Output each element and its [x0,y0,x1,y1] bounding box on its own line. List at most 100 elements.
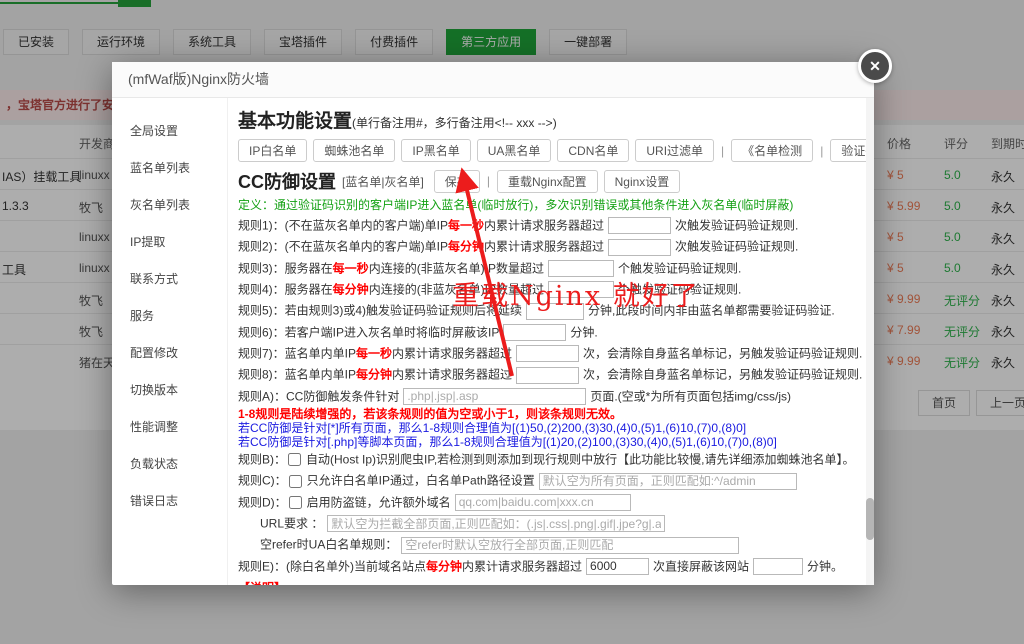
rule-text: 规则E)：(除白名单外)当前域名站点 [238,559,426,573]
rule-text-emphasis: 每分钟 [333,282,369,296]
rule-input[interactable] [327,515,665,532]
sidebar-item-负载状态[interactable]: 负载状态 [112,445,227,482]
rule-text: 个触发验证码验证规则. [618,261,741,275]
note-blue-1: 若CC防御是针对[*]所有页面，那么1-8规则合理值为[(1)50,(2)200… [238,422,858,435]
rule-text: 规则6)：若客户端IP进入灰名单时将临时屏蔽该IP [238,325,499,339]
action-button[interactable]: 保存 [434,170,480,193]
rule-text: 空refer时UA白名单规则： [260,538,397,552]
action-button[interactable]: UA黑名单 [477,139,552,162]
cc-buttons: 保存|重载Nginx配置Nginx设置 [434,170,681,193]
rule-input[interactable] [548,260,614,277]
cc-heading: CC防御设置 [238,168,336,194]
rule-row: 规则B)： 自动(Host Ip)识别爬虫IP,若检测到则添加到现行规则中放行【此… [238,450,858,469]
modal-sidebar: 全局设置蓝名单列表灰名单列表IP提取联系方式服务配置修改切换版本性能调整负载状态… [112,98,228,585]
action-button[interactable]: IP黑名单 [401,139,470,162]
sidebar-item-性能调整[interactable]: 性能调整 [112,408,227,445]
rule-row: URL要求 ： [238,514,858,533]
rule-text: 内连接的(非蓝灰名单)IP数量超过 [369,282,544,296]
sidebar-item-切换版本[interactable]: 切换版本 [112,371,227,408]
rule-row: 规则1)：(不在蓝灰名单内的客户端)单IP每一秒内累计请求服务器超过次触发验证码… [238,216,858,235]
rule-input[interactable] [455,494,631,511]
rule-row: 规则4)：服务器在每分钟内连接的(非蓝灰名单)IP数量超过个触发验证码验证规则. [238,280,858,299]
sidebar-item-配置修改[interactable]: 配置修改 [112,334,227,371]
rule-text-emphasis: 每分钟 [426,559,462,573]
rule-row: 规则A)：CC防御触发条件针对 页面.(空或*为所有页面包括img/css/js) [238,387,858,406]
rule-row: 规则3)：服务器在每一秒内连接的(非蓝灰名单)IP数量超过个触发验证码验证规则. [238,259,858,278]
rule-row: 规则D)： 启用防盗链，允许额外域名 [238,493,858,512]
rule-input[interactable] [401,537,739,554]
rule-text: 规则D)： [238,495,287,509]
rule-row: 规则6)：若客户端IP进入灰名单时将临时屏蔽该IP分钟. [238,323,858,342]
sidebar-item-蓝名单列表[interactable]: 蓝名单列表 [112,149,227,186]
rule-row: 规则7)：蓝名单内单IP每一秒内累计请求服务器超过次，会清除自身蓝名单标记，另触… [238,344,858,363]
rule-text: 规则C)： [238,474,287,488]
sidebar-item-IP提取[interactable]: IP提取 [112,223,227,260]
rule-row: 规则5)：若由规则3)或4)触发验证码验证规则后将延续 分钟,此段时间内非由蓝名单… [238,301,858,320]
rule-input[interactable] [753,558,803,575]
rule-text: 页面.(空或*为所有页面包括img/css/js) [590,389,791,403]
rule-row: 规则E)：(除白名单外)当前域名站点每分钟内累计请求服务器超过次直接屏蔽该网站分… [238,557,858,576]
cc-heading-bracket: [蓝名单|灰名单] [342,173,424,190]
note-red: 1-8规则是陆续增强的，若该条规则的值为空或小于1，则该条规则无效。 [238,408,858,421]
rule-input[interactable] [526,303,584,320]
rule-text: 规则A)：CC防御触发条件针对 [238,389,399,403]
rule-checkbox[interactable] [288,453,301,466]
rule-text: 启用防盗链，允许额外域名 [307,495,451,509]
rule-checkbox[interactable] [289,475,302,488]
rule-text-emphasis: 每一秒 [356,346,392,360]
rule-input[interactable] [608,217,671,234]
separator: | [720,144,725,158]
rule-input[interactable] [608,239,671,256]
action-button[interactable]: Nginx设置 [604,170,681,193]
dialog-title: (mfWaf版)Nginx防火墙 [112,62,874,98]
sidebar-item-服务[interactable]: 服务 [112,297,227,334]
rule-row: 空refer时UA白名单规则： [238,535,858,554]
rule-text-emphasis: 每分钟 [448,240,484,254]
modal-scrollbar-thumb[interactable] [866,498,874,540]
rules-list: 规则1)：(不在蓝灰名单内的客户端)单IP每一秒内累计请求服务器超过次触发验证码… [238,216,858,406]
rule-row: 规则2)：(不在蓝灰名单内的客户端)单IP每分钟内累计请求服务器超过次触发验证码… [238,237,858,256]
rule-text-emphasis: 每分钟 [356,368,392,382]
rule-text: 分钟。 [807,559,843,573]
rule-input[interactable] [403,388,586,405]
rule-text: 规则2)：(不在蓝灰名单内的客户端)单IP [238,240,448,254]
action-button[interactable]: IP白名单 [238,139,307,162]
sidebar-item-灰名单列表[interactable]: 灰名单列表 [112,186,227,223]
close-icon[interactable]: ✕ [858,49,892,83]
rule-input[interactable] [516,367,579,384]
modal-content: 基本功能设置(单行备注用#，多行备注用<!-- xxx -->) IP白名单蜘蛛… [228,98,874,585]
rule-input[interactable] [539,473,797,490]
rule-text: 内累计请求服务器超过 [462,559,582,573]
rule-input[interactable] [586,558,649,575]
action-button[interactable]: 重载Nginx配置 [497,170,598,193]
rule-text: 内连接的(非蓝灰名单)IP数量超过 [369,261,544,275]
sidebar-item-全局设置[interactable]: 全局设置 [112,112,227,149]
sidebar-item-错误日志[interactable]: 错误日志 [112,482,227,519]
rule-text: 规则5)：若由规则3)或4)触发验证码验证规则后将延续 [238,304,522,318]
rule-input[interactable] [503,324,566,341]
rule-text: URL要求 ： [260,516,323,530]
note-line: 【说明】 [238,582,858,585]
rule-text: 次触发验证码验证规则. [675,240,798,254]
note-blue-2: 若CC防御是针对[.php]等脚本页面，那么1-8规则合理值为[(1)20,(2… [238,436,858,449]
rule-text: 规则B)： [238,452,286,466]
rule-text-emphasis: 每一秒 [448,218,484,232]
section-heading-note: (单行备注用#，多行备注用<!-- xxx -->) [352,116,557,130]
rule-text: 内累计请求服务器超过 [392,368,512,382]
rule-checkbox[interactable] [289,496,302,509]
rule-input[interactable] [516,345,579,362]
function-buttons: IP白名单蜘蛛池名单IP黑名单UA黑名单CDN名单URI过滤单|《名单检测|验证… [238,139,858,162]
rule-input[interactable] [548,281,614,298]
action-button[interactable]: URI过滤单 [635,139,714,162]
rule-text: 内累计请求服务器超过 [484,218,604,232]
sidebar-item-联系方式[interactable]: 联系方式 [112,260,227,297]
action-button[interactable]: 《名单检测 [731,139,813,162]
rule-text: 只允许白名单IP通过，白名单Path路径设置 [307,474,535,488]
rule-text: 分钟,此段时间内非由蓝名单都需要验证码验证. [588,304,835,318]
action-button[interactable]: CDN名单 [557,139,629,162]
rule-text: 自动(Host Ip)识别爬虫IP,若检测到则添加到现行规则中放行【此功能比较慢… [306,452,854,466]
rule-text-emphasis: 每一秒 [333,261,369,275]
definition-text: 定义：通过验证码识别的客户端IP进入蓝名单(临时放行)，多次识别错误或其他条件进… [238,198,858,213]
action-button[interactable]: 蜘蛛池名单 [313,139,395,162]
rule-text: 个触发验证码验证规则. [618,282,741,296]
